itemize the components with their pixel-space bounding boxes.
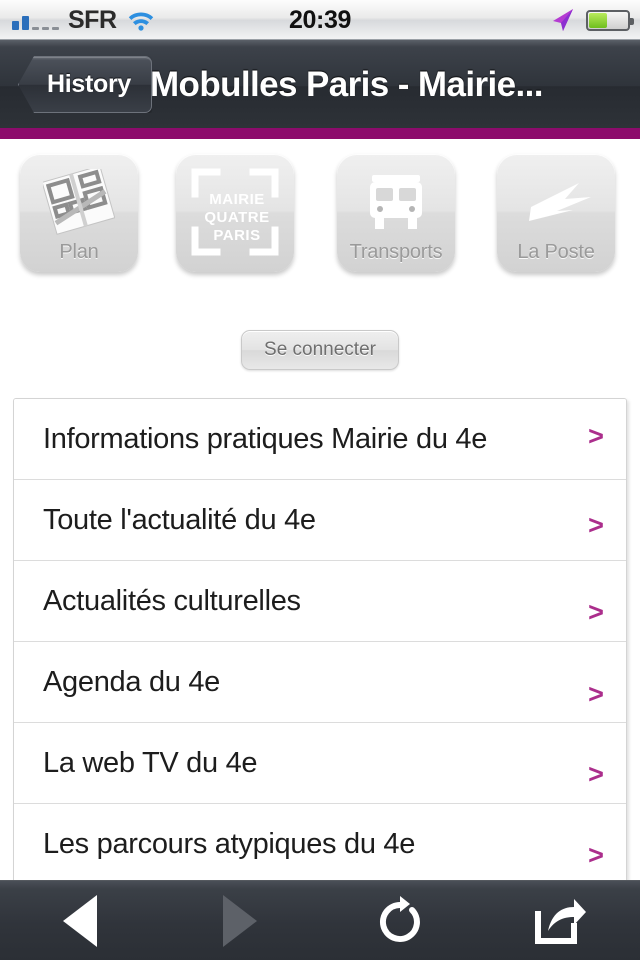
list-item-label: Les parcours atypiques du 4e [43,828,416,860]
list-item[interactable]: Toute l'actualité du 4e > [14,480,626,561]
chevron-right-icon: > [588,758,604,789]
list-item[interactable]: La web TV du 4e > [14,723,626,804]
mairie-quatre-paris-logo-icon: MAIRIE QUATRE PARIS [176,160,294,264]
logo-line-1: MAIRIE [209,191,265,208]
reload-button[interactable] [320,881,480,960]
list-item-label: Informations pratiques Mairie du 4e [43,422,488,455]
list-item-label: La web TV du 4e [43,746,258,779]
reload-icon [376,895,424,947]
history-back-label: History [47,70,132,98]
shortcut-la-poste-label: La Poste [517,241,595,263]
history-back-button[interactable]: History [18,56,153,113]
logo-line-3: PARIS [213,227,260,244]
logo-line-2: QUATRE [204,209,269,226]
menu-list: Informations pratiques Mairie du 4e > To… [13,398,627,886]
forward-button [160,881,320,960]
location-arrow-icon [550,7,576,33]
bus-icon [337,162,455,242]
triangle-right-icon [223,894,257,947]
share-icon [534,897,586,945]
chevron-right-icon: > [588,840,604,870]
status-bar-center: 20:39 [0,0,640,40]
la-poste-bird-icon [497,162,615,242]
brand-accent-bar [0,128,640,139]
connect-button-row: Se connecter [0,330,640,370]
back-button[interactable] [0,881,160,960]
shortcut-icon-row: Plan MAIRIE QUATRE PARIS Transports La P… [0,146,640,294]
shortcut-plan[interactable]: Plan [20,154,138,272]
list-item[interactable]: Les parcours atypiques du 4e > [14,804,626,885]
battery-icon [586,9,634,31]
se-connecter-button[interactable]: Se connecter [241,330,399,370]
list-item-label: Agenda du 4e [43,665,221,698]
clock-label: 20:39 [289,5,351,34]
shortcut-transports[interactable]: Transports [337,154,455,272]
list-item-label: Toute l'actualité du 4e [43,503,316,536]
status-bar: SFR 20:39 [0,0,640,40]
triangle-left-icon [63,894,97,947]
navigation-bar: History Mobulles Paris - Mairie... [0,40,640,128]
shortcut-plan-label: Plan [59,241,99,263]
share-button[interactable] [480,881,640,960]
shortcut-transports-label: Transports [349,241,443,263]
list-item[interactable]: Agenda du 4e > [14,642,626,723]
status-bar-right [550,0,634,40]
browser-toolbar [0,880,640,960]
chevron-right-icon: > [588,420,604,451]
chevron-right-icon: > [588,596,604,627]
map-tile-icon [20,162,138,242]
chevron-right-icon: > [588,509,604,540]
shortcut-mairie[interactable]: MAIRIE QUATRE PARIS [176,154,294,272]
list-item-label: Actualités culturelles [43,584,301,617]
chevron-right-icon: > [588,678,604,709]
page-title: Mobulles Paris - Mairie... [150,64,543,104]
shortcut-la-poste[interactable]: La Poste [497,154,615,272]
list-item[interactable]: Actualités culturelles > [14,561,626,642]
list-item[interactable]: Informations pratiques Mairie du 4e > [14,399,626,480]
phone-screen: SFR 20:39 History Mobulles Paris - Mairi… [0,0,640,960]
